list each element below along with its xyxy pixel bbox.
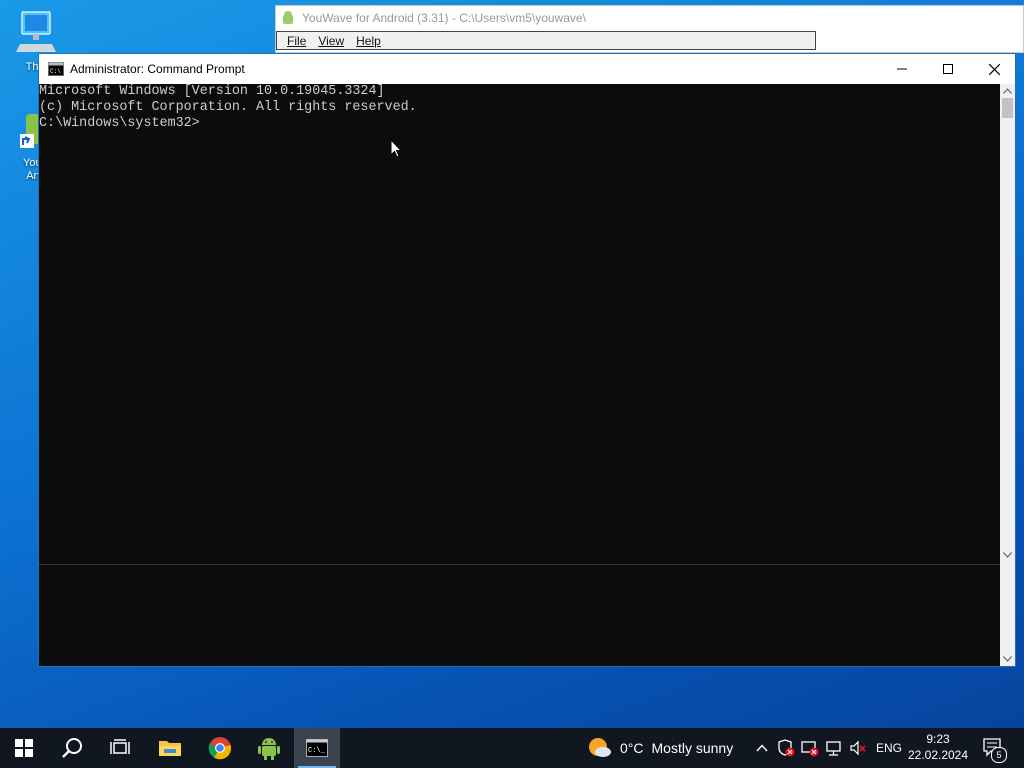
action-center-button[interactable]: 5 bbox=[982, 738, 1007, 763]
input-language[interactable]: ENG bbox=[876, 741, 902, 755]
search-button[interactable] bbox=[48, 728, 96, 768]
computer-icon bbox=[16, 11, 56, 52]
menu-view[interactable]: View bbox=[318, 34, 344, 48]
android-icon bbox=[283, 11, 293, 24]
volume-tray-icon[interactable] bbox=[848, 738, 868, 758]
start-button[interactable] bbox=[0, 728, 48, 768]
network-tray-icon[interactable] bbox=[824, 738, 844, 758]
weather-widget[interactable]: 0°C Mostly sunny bbox=[588, 728, 733, 768]
taskbar-command-prompt[interactable]: C:\_ bbox=[294, 728, 340, 768]
scroll-down-arrow-bottom[interactable] bbox=[1000, 652, 1015, 666]
android-icon bbox=[258, 738, 280, 760]
taskbar-file-explorer[interactable] bbox=[146, 728, 194, 768]
svg-text:C:\_: C:\_ bbox=[308, 747, 326, 755]
vertical-scrollbar[interactable] bbox=[1000, 84, 1015, 666]
youwave-window[interactable]: YouWave for Android (3.31) - C:\Users\vm… bbox=[275, 5, 1024, 53]
weather-condition: Mostly sunny bbox=[651, 740, 734, 756]
close-icon bbox=[988, 63, 1000, 75]
mouse-cursor-icon bbox=[390, 139, 402, 158]
task-view-button[interactable] bbox=[96, 728, 144, 768]
show-hidden-icons-button[interactable] bbox=[752, 738, 772, 758]
console-prompt[interactable]: C:\Windows\system32> bbox=[39, 116, 1001, 132]
console-split-divider bbox=[39, 564, 1001, 565]
menu-file[interactable]: File bbox=[287, 34, 306, 48]
maximize-button[interactable] bbox=[925, 54, 971, 84]
svg-text:C:\: C:\ bbox=[50, 68, 61, 75]
maximize-icon bbox=[943, 64, 953, 74]
youwave-titlebar[interactable]: YouWave for Android (3.31) - C:\Users\vm… bbox=[276, 6, 1023, 30]
scroll-thumb[interactable] bbox=[1002, 98, 1013, 118]
volume-muted-icon bbox=[850, 740, 866, 756]
weather-partly-sunny-icon bbox=[589, 738, 611, 757]
minimize-button[interactable] bbox=[879, 54, 925, 84]
taskbar: C:\_ 0°C Mostly sunny ENG 9:23 22.02.202… bbox=[0, 728, 1024, 768]
console-output[interactable]: Microsoft Windows [Version 10.0.19045.33… bbox=[39, 84, 1001, 666]
console-line: (c) Microsoft Corporation. All rights re… bbox=[39, 100, 417, 115]
console-line: Microsoft Windows [Version 10.0.19045.33… bbox=[39, 84, 385, 99]
cmd-titlebar[interactable]: C:\ Administrator: Command Prompt bbox=[39, 54, 1015, 84]
youwave-title: YouWave for Android (3.31) - C:\Users\vm… bbox=[302, 11, 586, 25]
chevron-up-icon bbox=[1003, 88, 1012, 94]
search-icon bbox=[62, 738, 82, 758]
clock[interactable]: 9:23 22.02.2024 bbox=[906, 731, 970, 763]
chevron-down-icon bbox=[1003, 656, 1012, 662]
minimize-icon bbox=[897, 68, 907, 70]
task-view-icon bbox=[110, 739, 130, 754]
notification-count-badge: 5 bbox=[991, 747, 1007, 763]
chrome-icon bbox=[208, 737, 232, 760]
cmd-title: Administrator: Command Prompt bbox=[70, 62, 245, 76]
network-icon bbox=[826, 741, 841, 756]
clock-time: 9:23 bbox=[926, 732, 950, 746]
security-tray-icon[interactable] bbox=[776, 738, 796, 758]
chevron-up-icon bbox=[756, 744, 768, 752]
command-prompt-window[interactable]: C:\ Administrator: Command Prompt Micros… bbox=[38, 53, 1016, 667]
cmd-icon: C:\ bbox=[48, 62, 64, 76]
shield-warning-icon bbox=[778, 739, 795, 757]
app-warning-icon bbox=[801, 741, 819, 757]
scroll-up-arrow[interactable] bbox=[1000, 84, 1015, 98]
menu-help[interactable]: Help bbox=[356, 34, 381, 48]
weather-temp: 0°C bbox=[620, 740, 644, 756]
clock-date: 22.02.2024 bbox=[907, 748, 969, 762]
scroll-down-arrow[interactable] bbox=[1000, 548, 1015, 562]
folder-icon bbox=[159, 741, 181, 756]
app-tray-icon[interactable] bbox=[800, 738, 820, 758]
cmd-icon: C:\_ bbox=[306, 739, 328, 757]
windows-logo-icon bbox=[15, 739, 33, 757]
taskbar-chrome[interactable] bbox=[196, 728, 244, 768]
close-button[interactable] bbox=[971, 54, 1017, 84]
youwave-menubar: File View Help bbox=[276, 31, 816, 50]
chevron-down-icon bbox=[1003, 552, 1012, 558]
taskbar-youwave[interactable] bbox=[245, 728, 293, 768]
